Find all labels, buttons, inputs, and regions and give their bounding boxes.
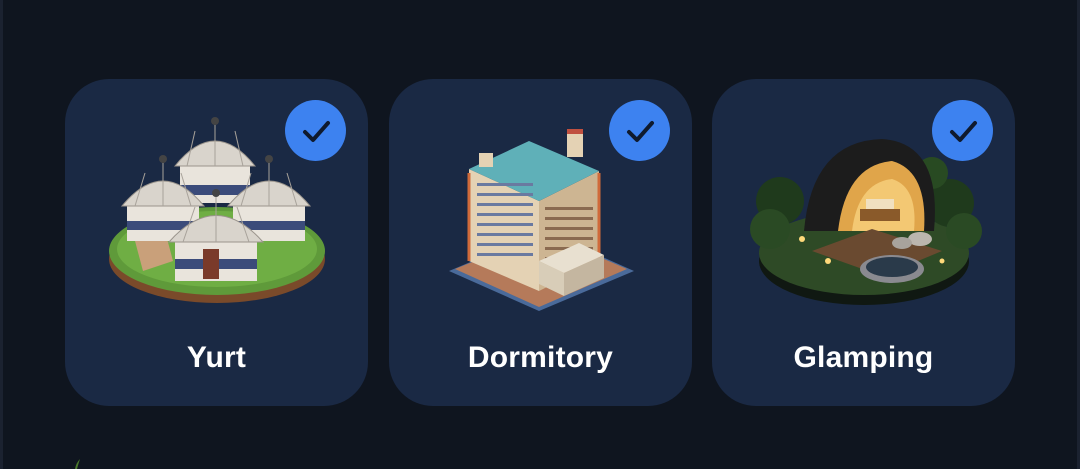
option-label-glamping: Glamping: [793, 341, 934, 374]
option-label-yurt: Yurt: [186, 341, 247, 374]
option-label-dormitory: Dormitory: [467, 341, 614, 374]
selected-check-icon: [285, 100, 346, 161]
option-card-glamping[interactable]: Glamping: [712, 79, 1015, 406]
left-edge: [0, 0, 3, 469]
selected-check-icon: [932, 100, 993, 161]
partial-leaf-icon: [75, 459, 80, 469]
option-card-dormitory[interactable]: Dormitory: [389, 79, 692, 406]
accommodation-type-selector: Yurt Dormitory Glamping: [0, 0, 1080, 469]
selected-check-icon: [609, 100, 670, 161]
option-card-yurt[interactable]: Yurt: [65, 79, 368, 406]
